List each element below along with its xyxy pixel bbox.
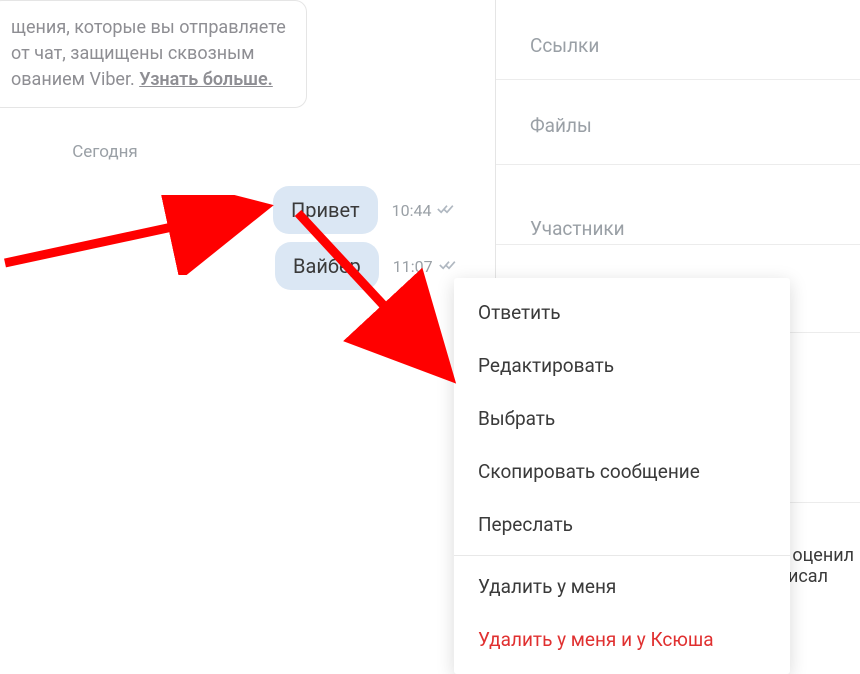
encryption-text-1: щения, которые вы отправляете	[11, 17, 286, 38]
encryption-notice: щения, которые вы отправляете от чат, за…	[0, 0, 307, 108]
message-bubble[interactable]: Вайбер	[275, 242, 379, 290]
delivered-check-icon	[439, 257, 459, 276]
encryption-text-3: ованием Viber.	[11, 69, 139, 90]
side-section-participants[interactable]: Участники	[496, 165, 860, 245]
message-row[interactable]: Привет 10:44	[273, 186, 457, 234]
menu-delete-all[interactable]: Удалить у меня и у Ксюша	[454, 613, 790, 666]
date-divider: Сегодня	[0, 142, 210, 162]
message-time: 10:44	[392, 201, 432, 220]
menu-edit[interactable]: Редактировать	[454, 339, 790, 392]
menu-copy[interactable]: Скопировать сообщение	[454, 445, 790, 498]
context-menu: Ответить Редактировать Выбрать Скопирова…	[454, 278, 790, 674]
menu-forward[interactable]: Переслать	[454, 498, 790, 551]
message-row[interactable]: Вайбер 11:07	[275, 242, 459, 290]
learn-more-link[interactable]: Узнать больше.	[139, 69, 273, 90]
menu-delete-me[interactable]: Удалить у меня	[454, 560, 790, 613]
message-bubble[interactable]: Привет	[273, 186, 378, 234]
side-section-links[interactable]: Ссылки	[496, 0, 860, 80]
side-section-files[interactable]: Файлы	[496, 80, 860, 165]
menu-separator	[454, 555, 790, 556]
message-meta: 11:07	[393, 257, 459, 276]
delivered-check-icon	[437, 201, 457, 220]
encryption-text-2: от чат, защищены сквозным	[11, 43, 254, 64]
message-meta: 10:44	[392, 201, 458, 220]
chat-area: щения, которые вы отправляете от чат, за…	[0, 0, 490, 668]
message-time: 11:07	[393, 257, 433, 276]
menu-select[interactable]: Выбрать	[454, 392, 790, 445]
menu-reply[interactable]: Ответить	[454, 286, 790, 339]
